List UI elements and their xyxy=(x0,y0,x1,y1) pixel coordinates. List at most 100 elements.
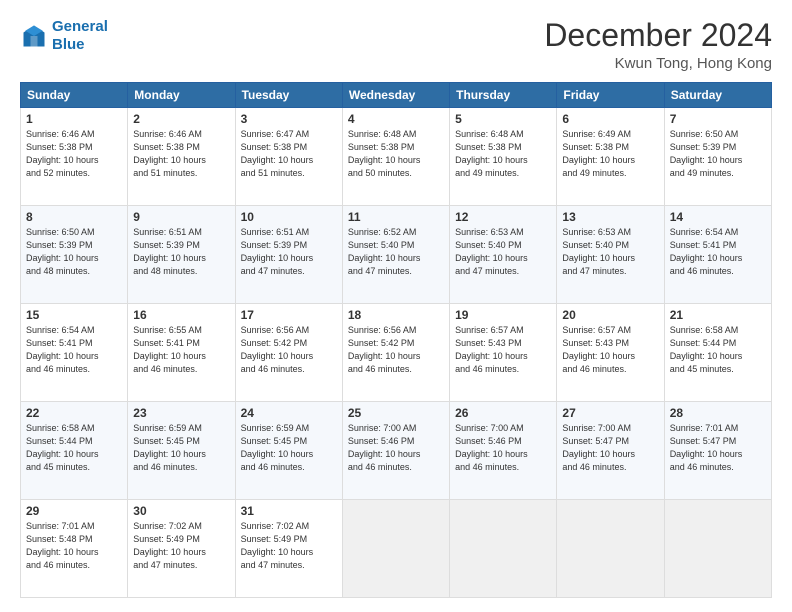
logo-text: General Blue xyxy=(52,18,108,54)
day-number: 27 xyxy=(562,406,658,420)
cell-content: Sunrise: 7:02 AM Sunset: 5:49 PM Dayligh… xyxy=(133,520,229,572)
cell-content: Sunrise: 6:52 AM Sunset: 5:40 PM Dayligh… xyxy=(348,226,444,278)
table-row: 17Sunrise: 6:56 AM Sunset: 5:42 PM Dayli… xyxy=(235,304,342,402)
col-monday: Monday xyxy=(128,83,235,108)
table-row xyxy=(342,500,449,598)
cell-content: Sunrise: 6:57 AM Sunset: 5:43 PM Dayligh… xyxy=(455,324,551,376)
day-number: 6 xyxy=(562,112,658,126)
table-row: 24 Sunrise: 6:59 AM Sunset: 5:45 PM Dayli… xyxy=(235,402,342,500)
calendar-table: Sunday Monday Tuesday Wednesday Thursday… xyxy=(20,82,772,598)
title-block: December 2024 Kwun Tong, Hong Kong xyxy=(544,18,772,72)
cell-content: Sunrise: 6:50 AM Sunset: 5:39 PM Dayligh… xyxy=(670,128,766,180)
table-row: 28 Sunrise: 7:01 AM Sunset: 5:47 PM Dayli… xyxy=(664,402,771,500)
day-number: 13 xyxy=(562,210,658,224)
day-number: 25 xyxy=(348,406,444,420)
col-friday: Friday xyxy=(557,83,664,108)
calendar-week-2: 8 Sunrise: 6:50 AM Sunset: 5:39 PM Daylig… xyxy=(21,206,772,304)
cell-content: Sunrise: 6:54 AM Sunset: 5:41 PM Dayligh… xyxy=(26,324,122,376)
table-row: 25 Sunrise: 7:00 AM Sunset: 5:46 PM Dayli… xyxy=(342,402,449,500)
table-row xyxy=(557,500,664,598)
table-row: 29Sunrise: 7:01 AM Sunset: 5:48 PM Dayli… xyxy=(21,500,128,598)
day-number: 7 xyxy=(670,112,766,126)
header: General Blue December 2024 Kwun Tong, Ho… xyxy=(20,18,772,72)
cell-content: Sunrise: 6:57 AM Sunset: 5:43 PM Dayligh… xyxy=(562,324,658,376)
logo-line2: Blue xyxy=(52,36,85,53)
table-row: 26 Sunrise: 7:00 AM Sunset: 5:46 PM Dayli… xyxy=(450,402,557,500)
day-number: 19 xyxy=(455,308,551,322)
table-row: 3 Sunrise: 6:47 AM Sunset: 5:38 PM Daylig… xyxy=(235,108,342,206)
table-row: 8 Sunrise: 6:50 AM Sunset: 5:39 PM Daylig… xyxy=(21,206,128,304)
cell-content: Sunrise: 6:54 AM Sunset: 5:41 PM Dayligh… xyxy=(670,226,766,278)
cell-content: Sunrise: 6:47 AM Sunset: 5:38 PM Dayligh… xyxy=(241,128,337,180)
logo-icon xyxy=(20,22,48,50)
cell-content: Sunrise: 6:48 AM Sunset: 5:38 PM Dayligh… xyxy=(455,128,551,180)
table-row: 5 Sunrise: 6:48 AM Sunset: 5:38 PM Daylig… xyxy=(450,108,557,206)
day-number: 12 xyxy=(455,210,551,224)
day-number: 23 xyxy=(133,406,229,420)
subtitle: Kwun Tong, Hong Kong xyxy=(544,55,772,72)
cell-content: Sunrise: 7:01 AM Sunset: 5:48 PM Dayligh… xyxy=(26,520,122,572)
day-number: 1 xyxy=(26,112,122,126)
logo-line1: General xyxy=(52,18,108,35)
main-title: December 2024 xyxy=(544,18,772,53)
day-number: 20 xyxy=(562,308,658,322)
day-number: 24 xyxy=(241,406,337,420)
table-row: 9Sunrise: 6:51 AM Sunset: 5:39 PM Daylig… xyxy=(128,206,235,304)
table-row xyxy=(450,500,557,598)
day-number: 5 xyxy=(455,112,551,126)
col-saturday: Saturday xyxy=(664,83,771,108)
cell-content: Sunrise: 6:59 AM Sunset: 5:45 PM Dayligh… xyxy=(133,422,229,474)
cell-content: Sunrise: 6:49 AM Sunset: 5:38 PM Dayligh… xyxy=(562,128,658,180)
day-number: 28 xyxy=(670,406,766,420)
cell-content: Sunrise: 6:51 AM Sunset: 5:39 PM Dayligh… xyxy=(241,226,337,278)
table-row: 19 Sunrise: 6:57 AM Sunset: 5:43 PM Dayli… xyxy=(450,304,557,402)
table-row: 15Sunrise: 6:54 AM Sunset: 5:41 PM Dayli… xyxy=(21,304,128,402)
day-number: 30 xyxy=(133,504,229,518)
cell-content: Sunrise: 7:01 AM Sunset: 5:47 PM Dayligh… xyxy=(670,422,766,474)
day-number: 22 xyxy=(26,406,122,420)
cell-content: Sunrise: 7:00 AM Sunset: 5:46 PM Dayligh… xyxy=(455,422,551,474)
day-number: 10 xyxy=(241,210,337,224)
day-number: 16 xyxy=(133,308,229,322)
cell-content: Sunrise: 6:50 AM Sunset: 5:39 PM Dayligh… xyxy=(26,226,122,278)
day-number: 8 xyxy=(26,210,122,224)
table-row: 23 Sunrise: 6:59 AM Sunset: 5:45 PM Dayli… xyxy=(128,402,235,500)
table-row: 10 Sunrise: 6:51 AM Sunset: 5:39 PM Dayli… xyxy=(235,206,342,304)
table-row: 11 Sunrise: 6:52 AM Sunset: 5:40 PM Dayli… xyxy=(342,206,449,304)
cell-content: Sunrise: 6:56 AM Sunset: 5:42 PM Dayligh… xyxy=(348,324,444,376)
cell-content: Sunrise: 6:46 AM Sunset: 5:38 PM Dayligh… xyxy=(26,128,122,180)
day-number: 18 xyxy=(348,308,444,322)
table-row: 20 Sunrise: 6:57 AM Sunset: 5:43 PM Dayli… xyxy=(557,304,664,402)
table-row: 31Sunrise: 7:02 AM Sunset: 5:49 PM Dayli… xyxy=(235,500,342,598)
col-thursday: Thursday xyxy=(450,83,557,108)
table-row: 1 Sunrise: 6:46 AM Sunset: 5:38 PM Daylig… xyxy=(21,108,128,206)
calendar-week-1: 1 Sunrise: 6:46 AM Sunset: 5:38 PM Daylig… xyxy=(21,108,772,206)
day-number: 21 xyxy=(670,308,766,322)
cell-content: Sunrise: 6:59 AM Sunset: 5:45 PM Dayligh… xyxy=(241,422,337,474)
cell-content: Sunrise: 6:58 AM Sunset: 5:44 PM Dayligh… xyxy=(670,324,766,376)
header-row: Sunday Monday Tuesday Wednesday Thursday… xyxy=(21,83,772,108)
table-row xyxy=(664,500,771,598)
day-number: 26 xyxy=(455,406,551,420)
table-row: 4Sunrise: 6:48 AM Sunset: 5:38 PM Daylig… xyxy=(342,108,449,206)
cell-content: Sunrise: 7:00 AM Sunset: 5:46 PM Dayligh… xyxy=(348,422,444,474)
day-number: 3 xyxy=(241,112,337,126)
table-row: 2Sunrise: 6:46 AM Sunset: 5:38 PM Daylig… xyxy=(128,108,235,206)
calendar-week-3: 15Sunrise: 6:54 AM Sunset: 5:41 PM Dayli… xyxy=(21,304,772,402)
col-tuesday: Tuesday xyxy=(235,83,342,108)
day-number: 9 xyxy=(133,210,229,224)
table-row: 21 Sunrise: 6:58 AM Sunset: 5:44 PM Dayli… xyxy=(664,304,771,402)
page: General Blue December 2024 Kwun Tong, Ho… xyxy=(0,0,792,612)
table-row: 22Sunrise: 6:58 AM Sunset: 5:44 PM Dayli… xyxy=(21,402,128,500)
cell-content: Sunrise: 6:55 AM Sunset: 5:41 PM Dayligh… xyxy=(133,324,229,376)
cell-content: Sunrise: 6:56 AM Sunset: 5:42 PM Dayligh… xyxy=(241,324,337,376)
cell-content: Sunrise: 6:53 AM Sunset: 5:40 PM Dayligh… xyxy=(562,226,658,278)
table-row: 13 Sunrise: 6:53 AM Sunset: 5:40 PM Dayli… xyxy=(557,206,664,304)
table-row: 12 Sunrise: 6:53 AM Sunset: 5:40 PM Dayli… xyxy=(450,206,557,304)
col-sunday: Sunday xyxy=(21,83,128,108)
day-number: 31 xyxy=(241,504,337,518)
day-number: 11 xyxy=(348,210,444,224)
day-number: 14 xyxy=(670,210,766,224)
day-number: 2 xyxy=(133,112,229,126)
cell-content: Sunrise: 6:53 AM Sunset: 5:40 PM Dayligh… xyxy=(455,226,551,278)
